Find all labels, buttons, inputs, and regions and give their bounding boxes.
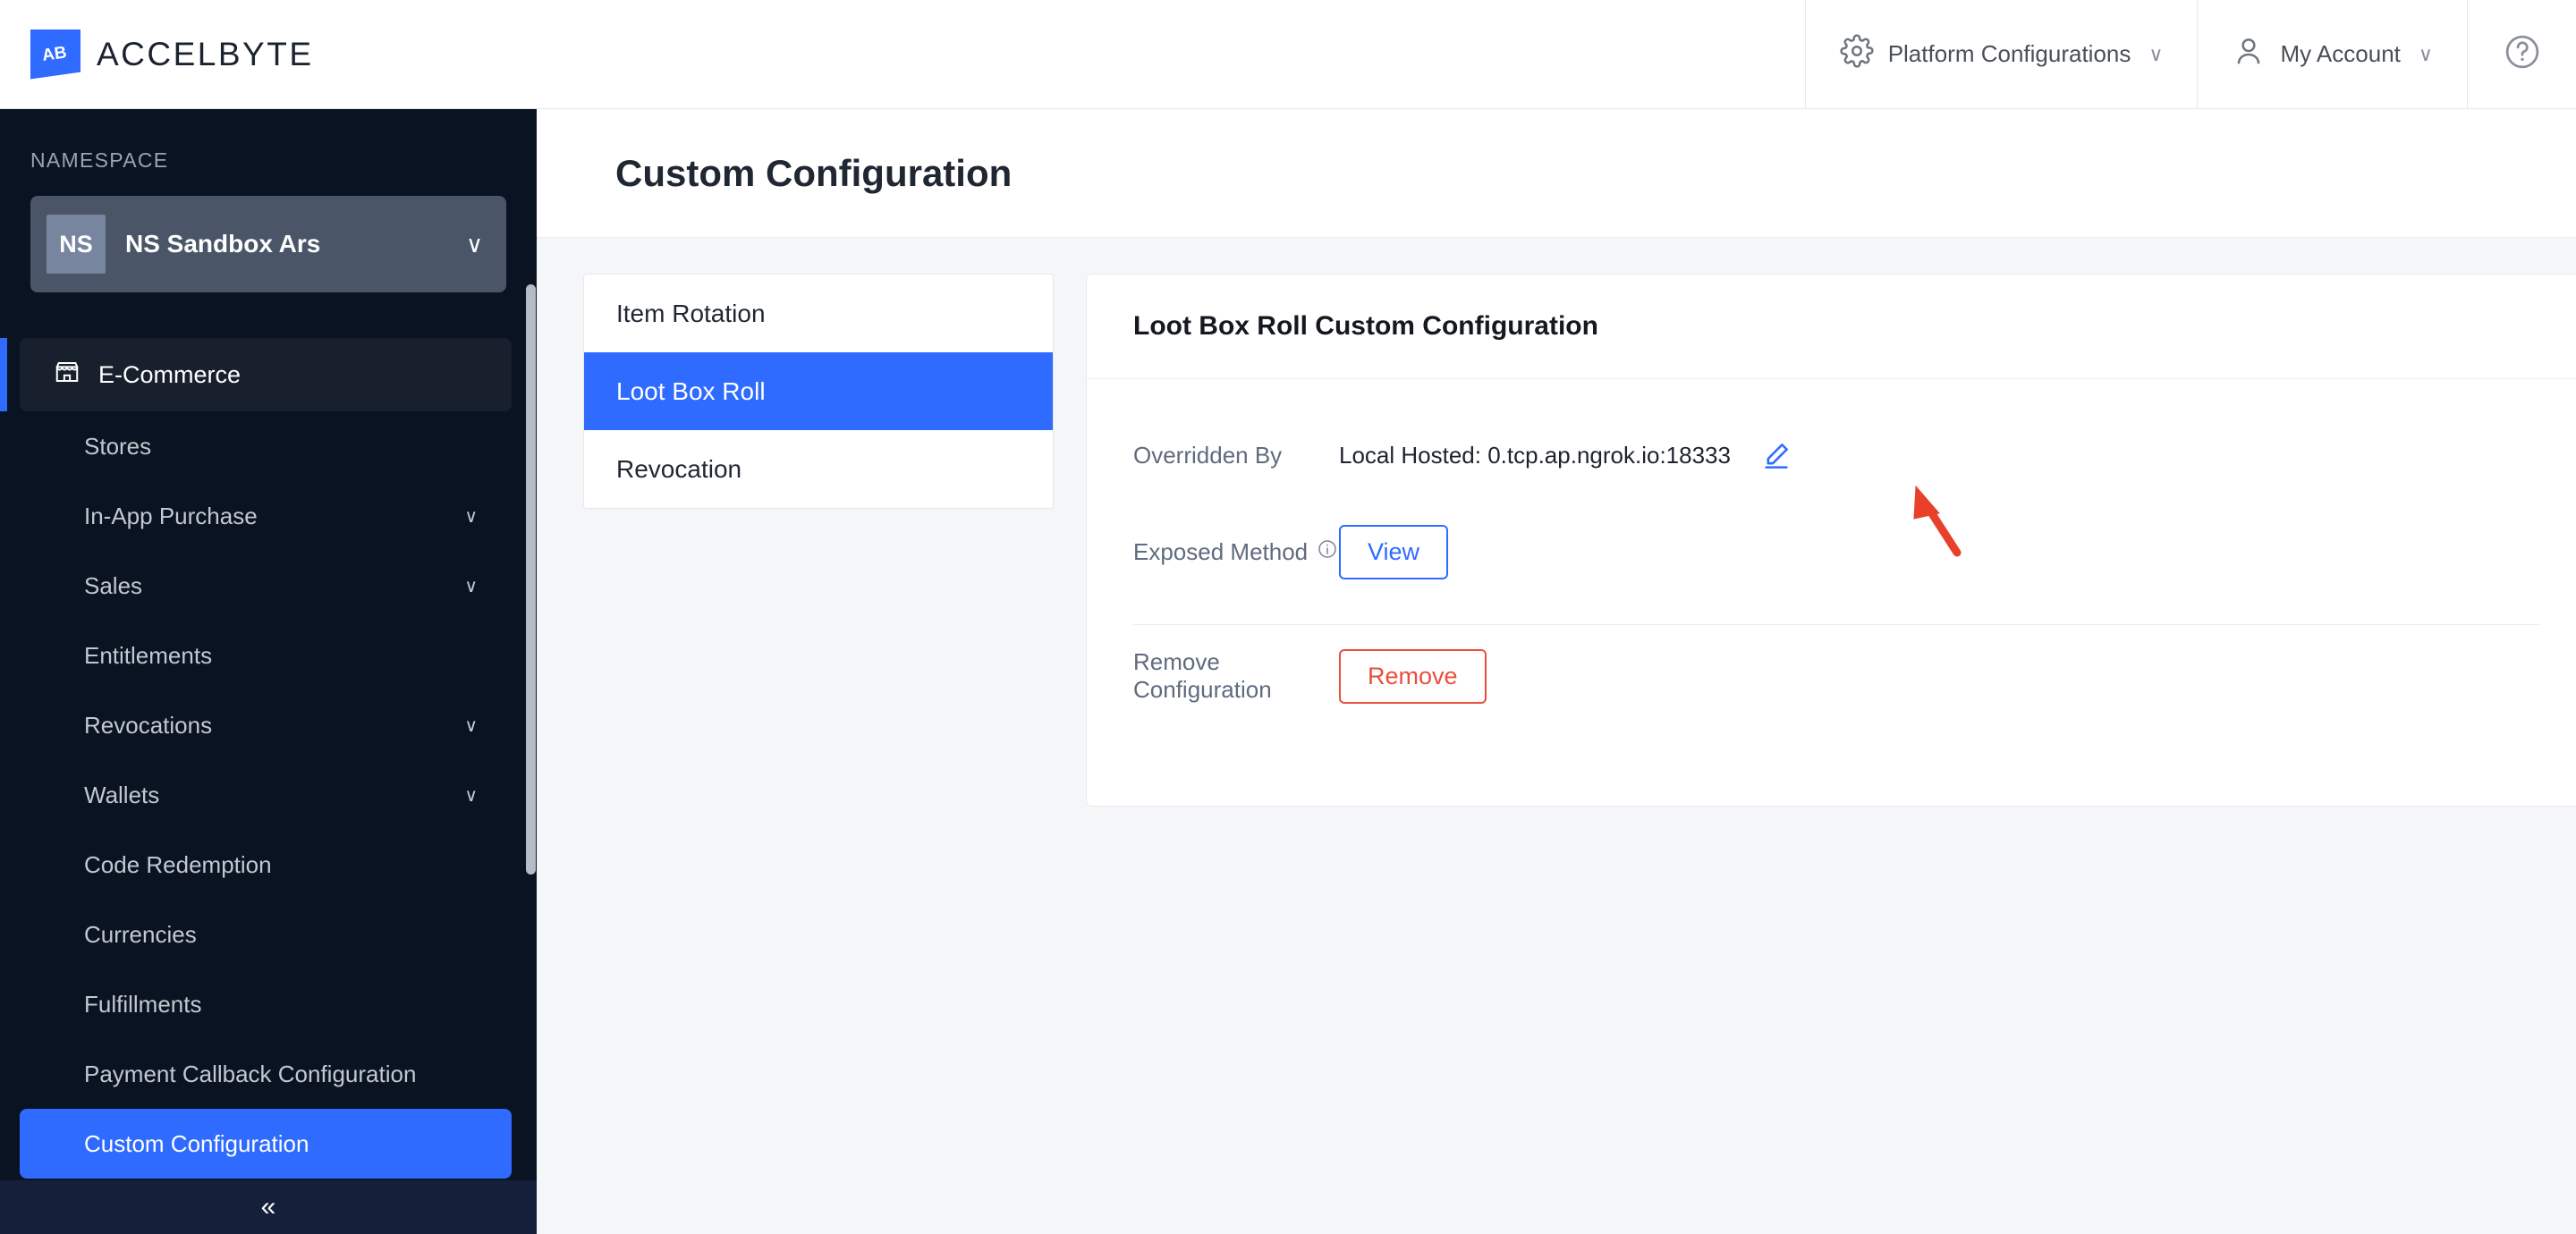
content-area: Item Rotation Loot Box Roll Revocation L…	[537, 238, 2576, 807]
sidebar-item-label: Wallets	[84, 781, 160, 808]
row-gap	[1133, 587, 2539, 624]
chevron-down-icon: ∨	[2148, 42, 2164, 65]
exposed-method-label-text: Exposed Method	[1133, 537, 1309, 565]
sidebar-item-stores[interactable]: Stores	[20, 411, 512, 481]
chevron-down-icon: ∨	[2418, 42, 2433, 65]
my-account-label: My Account	[2280, 40, 2401, 67]
sidebar-item-payment-callback-configuration[interactable]: Payment Callback Configuration	[20, 1039, 512, 1109]
tab-label: Loot Box Roll	[616, 376, 766, 405]
tab-label: Item Rotation	[616, 299, 766, 327]
sidebar-item-label: Custom Configuration	[84, 1129, 309, 1157]
tab-revocation[interactable]: Revocation	[584, 430, 1053, 508]
sidebar-item-wallets[interactable]: Wallets ∨	[20, 760, 512, 830]
overridden-by-row: Overridden By Local Hosted: 0.tcp.ap.ngr…	[1133, 420, 2539, 490]
header-spacer	[314, 0, 1805, 108]
sidebar-item-label: Code Redemption	[84, 850, 272, 878]
sidebar-item-entitlements[interactable]: Entitlements	[20, 621, 512, 690]
tab-label: Revocation	[616, 454, 742, 483]
tab-item-rotation[interactable]: Item Rotation	[584, 275, 1053, 352]
sidebar-item-fulfillments[interactable]: Fulfillments	[20, 969, 512, 1039]
sidebar-item-code-redemption[interactable]: Code Redemption	[20, 830, 512, 900]
nav-group-ecommerce: E-Commerce Stores In-App Purchase ∨ Sale…	[0, 338, 512, 1179]
config-detail-card: Loot Box Roll Custom Configuration Overr…	[1086, 274, 2576, 807]
sidebar-collapse-button[interactable]: «	[0, 1180, 537, 1234]
remove-configuration-label: Remove Configuration	[1133, 648, 1272, 703]
platform-configurations-menu[interactable]: Platform Configurations ∨	[1804, 0, 2198, 108]
namespace-label: NAMESPACE	[30, 148, 169, 172]
info-circle-icon[interactable]	[1317, 538, 1338, 566]
store-icon	[54, 359, 80, 392]
sidebar-item-label: In-App Purchase	[84, 502, 258, 529]
card-body: Overridden By Local Hosted: 0.tcp.ap.ngr…	[1087, 379, 2576, 704]
sidebar-item-revocations[interactable]: Revocations ∨	[20, 690, 512, 760]
namespace-selector[interactable]: NS NS Sandbox Ars ∨	[30, 196, 506, 292]
overridden-by-value: Local Hosted: 0.tcp.ap.ngrok.io:18333	[1339, 441, 1731, 469]
sidebar-item-currencies[interactable]: Currencies	[20, 900, 512, 969]
remove-configuration-row: Remove Configuration Remove	[1133, 625, 2539, 704]
chevron-down-icon: ∨	[464, 785, 478, 806]
platform-configurations-label: Platform Configurations	[1887, 40, 2131, 67]
sidebar-item-label: Currencies	[84, 920, 197, 948]
view-exposed-method-button[interactable]: View	[1339, 524, 1449, 579]
accelbyte-logo-icon: AB	[30, 29, 80, 80]
svg-text:AB: AB	[41, 43, 68, 65]
double-chevron-left-icon: «	[260, 1192, 276, 1221]
sidebar: NAMESPACE NS NS Sandbox Ars ∨ E-Commerce	[0, 109, 537, 1234]
sidebar-scrollbar[interactable]	[526, 284, 536, 875]
pencil-edit-icon	[1765, 444, 1788, 469]
row-gap	[1133, 490, 2539, 517]
sidebar-group-ecommerce[interactable]: E-Commerce	[20, 338, 512, 411]
edit-overridden-by-button[interactable]	[1761, 440, 1792, 470]
chevron-down-icon: ∨	[464, 715, 478, 736]
namespace-name: NS Sandbox Ars	[125, 230, 321, 258]
page-title: Custom Configuration	[615, 151, 1013, 194]
brand-logo: AB ACCELBYTE	[0, 0, 314, 108]
chevron-down-icon: ∨	[465, 230, 483, 258]
active-group-accent	[0, 338, 7, 411]
help-button[interactable]	[2467, 0, 2576, 108]
brand-name: ACCELBYTE	[97, 35, 314, 72]
tab-loot-box-roll[interactable]: Loot Box Roll	[584, 352, 1053, 430]
sidebar-item-label: Stores	[84, 432, 152, 460]
sidebar-item-label: Sales	[84, 571, 143, 599]
main-content: Custom Configuration Item Rotation Loot …	[537, 109, 2576, 1234]
chevron-down-icon: ∨	[464, 506, 478, 527]
help-circle-icon	[2503, 32, 2542, 76]
sidebar-item-label: Fulfillments	[84, 990, 202, 1018]
gear-icon	[1840, 34, 1874, 74]
sidebar-nav: E-Commerce Stores In-App Purchase ∨ Sale…	[0, 317, 537, 1234]
sidebar-item-label: Payment Callback Configuration	[84, 1060, 417, 1087]
user-icon	[2232, 34, 2266, 74]
sidebar-item-in-app-purchase[interactable]: In-App Purchase ∨	[20, 481, 512, 551]
namespace-badge: NS	[47, 215, 106, 274]
overridden-by-label: Overridden By	[1133, 441, 1283, 469]
app-header: AB ACCELBYTE Platform Configurations ∨ M…	[0, 0, 2576, 109]
chevron-down-icon: ∨	[464, 576, 478, 596]
remove-configuration-button[interactable]: Remove	[1339, 648, 1487, 704]
sidebar-item-label: Entitlements	[84, 641, 213, 669]
card-title: Loot Box Roll Custom Configuration	[1133, 311, 1598, 341]
sidebar-item-label: Revocations	[84, 711, 213, 739]
exposed-method-row: Exposed Method View	[1133, 517, 2539, 587]
card-header: Loot Box Roll Custom Configuration	[1087, 275, 2576, 379]
page-header: Custom Configuration	[537, 109, 2576, 238]
exposed-method-label: Exposed Method	[1133, 538, 1339, 566]
sidebar-group-label: E-Commerce	[98, 360, 242, 388]
sidebar-item-custom-configuration[interactable]: Custom Configuration	[20, 1109, 512, 1179]
sidebar-item-sales[interactable]: Sales ∨	[20, 551, 512, 621]
my-account-menu[interactable]: My Account ∨	[2197, 0, 2467, 108]
config-tab-list: Item Rotation Loot Box Roll Revocation	[583, 274, 1054, 509]
